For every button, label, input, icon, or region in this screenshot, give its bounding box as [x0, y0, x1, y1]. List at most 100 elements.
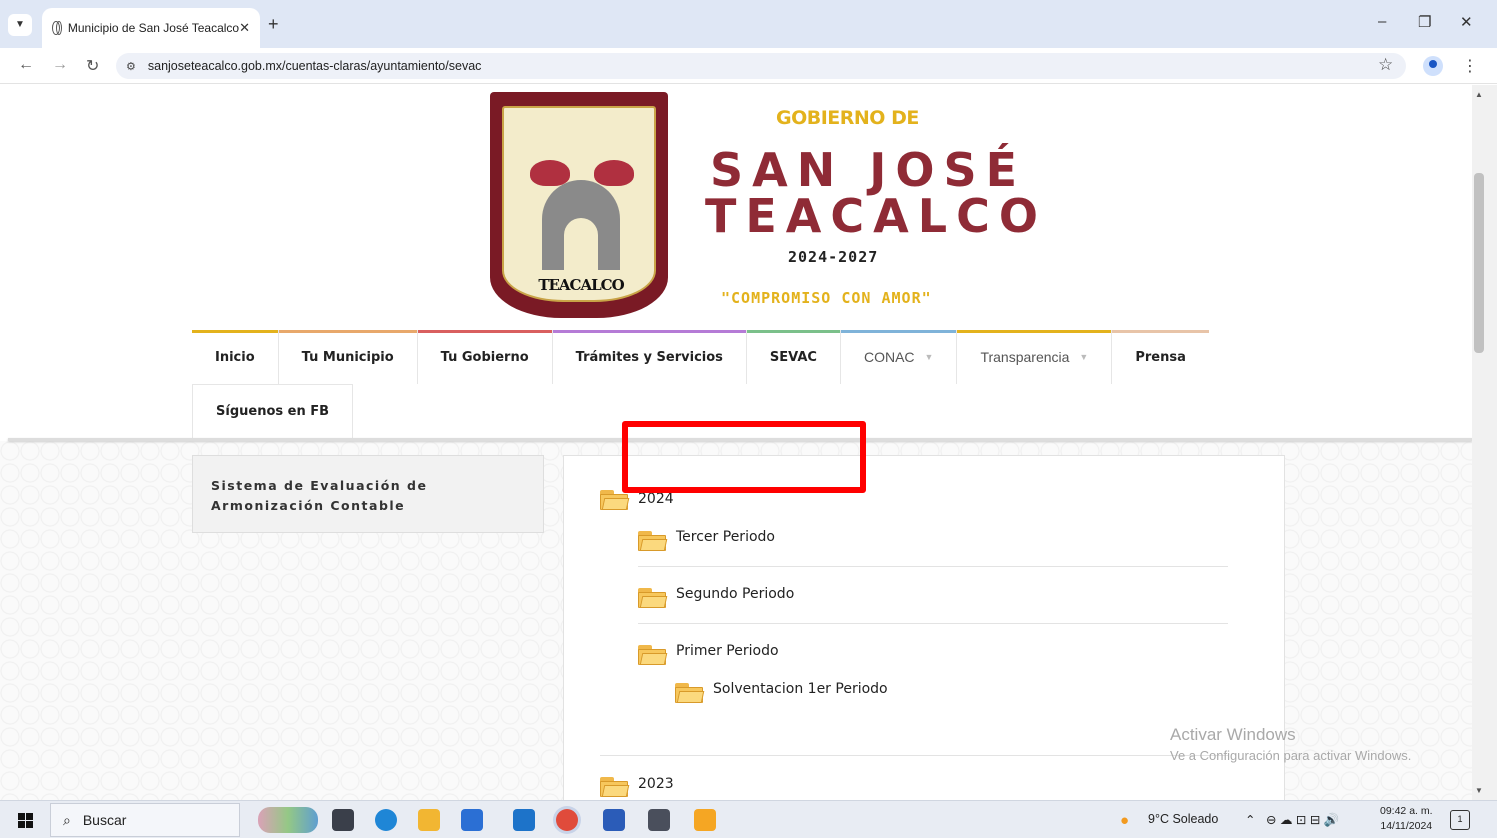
file-explorer-icon[interactable]: [418, 809, 440, 831]
notification-icon[interactable]: 1: [1450, 810, 1470, 830]
town-name-line1: SAN JOSÉ: [710, 143, 1027, 197]
folder-icon[interactable]: [638, 531, 668, 551]
nav-accent-bar: [957, 330, 1112, 333]
activation-watermark-title: Activar Windows: [1170, 725, 1296, 744]
nav-item-siguenos-fb[interactable]: Síguenos en FB: [192, 384, 354, 438]
town-name-line2: TEACALCO: [705, 189, 1047, 243]
search-highlight-art: [258, 807, 318, 833]
url-text: sanjoseteacalco.gob.mx/cuentas-claras/ay…: [147, 59, 482, 73]
gobierno-de-heading: GOBIERNO DE: [776, 107, 919, 129]
folder-icon[interactable]: [638, 588, 668, 608]
administration-years: 2024-2027: [788, 248, 879, 266]
nav-item-transparencia[interactable]: Transparencia ▼: [957, 330, 1113, 384]
clock-date: 14/11/2024: [1380, 820, 1433, 832]
chrome-icon[interactable]: [556, 809, 578, 831]
windows-start-icon[interactable]: [18, 813, 33, 828]
tab-search-button[interactable]: ▼: [8, 14, 32, 36]
bookmark-star-icon[interactable]: ☆: [1378, 55, 1393, 75]
nav-item-tu-gobierno[interactable]: Tu Gobierno: [417, 330, 553, 384]
task-view-icon[interactable]: [332, 809, 354, 831]
tray-overflow-icon[interactable]: ⌃: [1245, 812, 1255, 827]
new-tab-button[interactable]: +: [268, 14, 279, 35]
minimize-icon[interactable]: –: [1378, 13, 1386, 30]
back-icon[interactable]: ←: [18, 56, 34, 74]
nav-row: Inicio Tu Municipio Tu Gobierno Trámites…: [192, 330, 1209, 384]
forward-icon[interactable]: →: [52, 56, 68, 74]
taskbar-clock[interactable]: 09:42 a. m. 14/11/2024: [1380, 804, 1433, 834]
globe-icon: [52, 21, 62, 35]
separator: [638, 566, 1228, 567]
folder-tercer-periodo[interactable]: Tercer Periodo: [676, 529, 775, 545]
chevron-down-icon: ▼: [1079, 352, 1089, 362]
nav-label: Síguenos en FB: [216, 404, 330, 419]
outlook-icon[interactable]: [513, 809, 535, 831]
nav-label: CONAC: [863, 349, 915, 365]
scroll-up-icon[interactable]: ▲: [1475, 90, 1483, 99]
edge-icon[interactable]: [375, 809, 397, 831]
nav-label: Trámites y Servicios: [575, 349, 723, 365]
activation-watermark-subtitle: Ve a Configuración para activar Windows.: [1170, 748, 1412, 763]
nav-accent-bar: [192, 330, 278, 333]
nav-label: Transparencia: [980, 349, 1070, 365]
nav-label: SEVAC: [769, 349, 817, 365]
restore-icon[interactable]: ❐: [1418, 13, 1431, 31]
folder-2023[interactable]: 2023: [638, 776, 674, 792]
scrollbar-thumb[interactable]: [1474, 173, 1484, 353]
window-close-icon[interactable]: ✕: [1460, 13, 1473, 31]
taskbar-search-box[interactable]: ⌕ Buscar: [50, 803, 240, 837]
nav-label: Tu Municipio: [301, 349, 394, 365]
windows-taskbar: ⌕ Buscar ● 9°C Soleado ⌃ ⊖ ☁ ⊡ ⊟ 🔊 09:42…: [0, 800, 1497, 838]
weather-icon[interactable]: ●: [1120, 812, 1129, 829]
site-info-icon[interactable]: ⚙: [126, 60, 136, 73]
scroll-down-icon[interactable]: ▼: [1475, 786, 1483, 795]
tray-icons[interactable]: ⊖ ☁ ⊡ ⊟ 🔊: [1266, 812, 1339, 828]
bird-icon: [530, 160, 570, 186]
nav-label: Inicio: [215, 349, 255, 365]
profile-avatar-icon[interactable]: [1423, 56, 1443, 76]
nav-item-tu-municipio[interactable]: Tu Municipio: [278, 330, 418, 384]
sidebar-title: Sistema de Evaluación de Armonización Co…: [211, 478, 428, 513]
arch-opening: [564, 218, 598, 270]
folder-icon[interactable]: [600, 490, 630, 510]
browser-menu-icon[interactable]: ⋮: [1462, 56, 1478, 76]
app-icon[interactable]: [694, 809, 716, 831]
nav-label: Tu Gobierno: [440, 349, 529, 365]
motto: "COMPROMISO CON AMOR": [721, 289, 932, 307]
address-bar[interactable]: ⚙ sanjoseteacalco.gob.mx/cuentas-claras/…: [116, 53, 1406, 79]
folder-solventacion-1er-periodo[interactable]: Solventacion 1er Periodo: [713, 681, 888, 697]
folder-icon[interactable]: [675, 683, 705, 703]
folder-2024[interactable]: 2024: [638, 491, 674, 507]
nav-accent-bar: [746, 330, 840, 333]
nav-accent-bar: [552, 330, 746, 333]
municipal-shield-logo[interactable]: TEACALCO: [490, 92, 668, 318]
nav-item-tramites-servicios[interactable]: Trámites y Servicios: [552, 330, 747, 384]
nav-accent-bar: [840, 330, 957, 333]
folder-primer-periodo[interactable]: Primer Periodo: [676, 643, 779, 659]
microsoft-store-icon[interactable]: [461, 809, 483, 831]
search-icon: ⌕: [63, 811, 71, 828]
separator: [638, 623, 1228, 624]
folder-segundo-periodo[interactable]: Segundo Periodo: [676, 586, 794, 602]
nav-item-sevac[interactable]: SEVAC: [746, 330, 841, 384]
bird-icon: [594, 160, 634, 186]
shield-inner: TEACALCO: [502, 106, 656, 302]
weather-text[interactable]: 9°C Soleado: [1148, 812, 1218, 826]
nav-item-inicio[interactable]: Inicio: [192, 330, 279, 384]
tab-title: Municipio de San José Teacalco: [67, 21, 240, 35]
nav-item-prensa[interactable]: Prensa: [1112, 330, 1209, 384]
nav-item-conac[interactable]: CONAC ▼: [840, 330, 958, 384]
web-page: TEACALCO GOBIERNO DE SAN JOSÉ TEACALCO 2…: [0, 85, 1472, 800]
browser-tab[interactable]: Municipio de San José Teacalco ✕: [42, 8, 260, 48]
search-label: Buscar: [82, 812, 127, 828]
word-icon[interactable]: [603, 809, 625, 831]
folder-icon[interactable]: [600, 777, 630, 797]
calculator-icon[interactable]: [648, 809, 670, 831]
nav-label: Prensa: [1135, 349, 1186, 365]
reload-icon[interactable]: ↻: [86, 56, 99, 76]
sidebar-title-box: Sistema de Evaluación de Armonización Co…: [192, 455, 544, 533]
folder-icon[interactable]: [638, 645, 668, 665]
nav-accent-bar: [278, 330, 417, 333]
close-tab-icon[interactable]: ✕: [239, 20, 250, 36]
nav-accent-bar: [1112, 330, 1209, 333]
nav-accent-bar: [417, 330, 552, 333]
